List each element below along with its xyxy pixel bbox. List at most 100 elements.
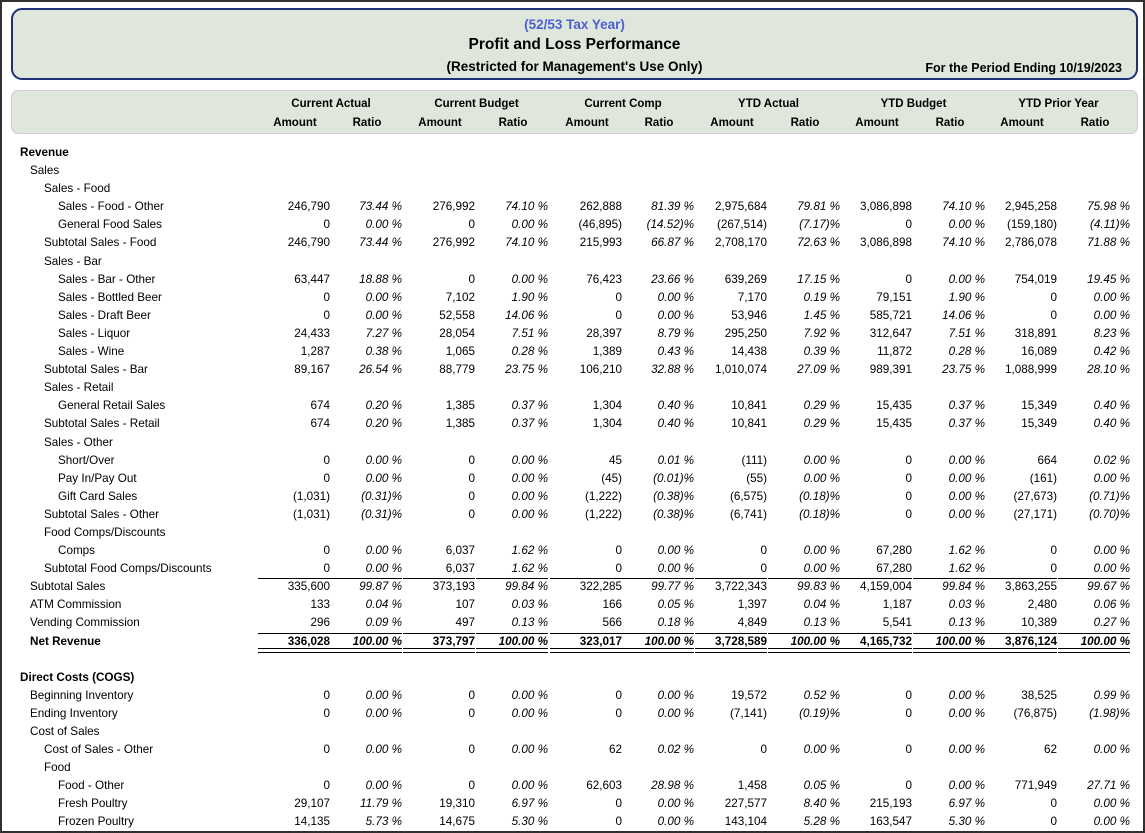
- cell-amount-4: 3,728,589: [695, 635, 767, 648]
- cell-ratio-5: 0.00 %: [913, 779, 985, 792]
- cell-ratio-1: 18.88 %: [330, 273, 402, 286]
- cell-amount-5: 0: [840, 472, 912, 485]
- cell-amount-4: (7,141): [695, 707, 767, 720]
- cell-ratio-6: 0.00 %: [1058, 562, 1130, 575]
- column-group-current-actual: Current Actual: [259, 98, 403, 110]
- cell-ratio-2: 23.75 %: [476, 363, 548, 376]
- cell-ratio-6: 0.00 %: [1058, 797, 1130, 810]
- cell-amount-6: 62: [985, 743, 1057, 756]
- cell-amount-6: 318,891: [985, 327, 1057, 340]
- cell-amount-5: 585,721: [840, 309, 912, 322]
- cell-ratio-5: 1.62 %: [913, 562, 985, 575]
- cell-amount-4: 143,104: [695, 815, 767, 828]
- row-label: Subtotal Sales - Bar: [44, 363, 148, 376]
- row-label: Gift Card Sales: [58, 490, 137, 503]
- cell-amount-5: 15,435: [840, 417, 912, 430]
- cell-amount-2: 28,054: [403, 327, 475, 340]
- cell-amount-5: 11,872: [840, 345, 912, 358]
- cell-amount-3: 106,210: [550, 363, 622, 376]
- cell-amount-3: 566: [550, 616, 622, 629]
- table-row: Sales - Liquor24,4337.27 %28,0547.51 %28…: [2, 326, 1145, 344]
- cell-amount-2: 1,385: [403, 399, 475, 412]
- cell-ratio-6: 75.98 %: [1058, 200, 1130, 213]
- cell-ratio-6: (1.98)%: [1058, 707, 1130, 720]
- row-label: Subtotal Sales: [30, 580, 105, 593]
- cell-amount-5: 0: [840, 779, 912, 792]
- cell-amount-4: (6,575): [695, 490, 767, 503]
- cell-ratio-6: 19.45 %: [1058, 273, 1130, 286]
- row-label: Sales - Food: [44, 182, 110, 195]
- cell-amount-6: 10,389: [985, 616, 1057, 629]
- cell-ratio-4: 0.00 %: [768, 562, 840, 575]
- row-label: Sales - Draft Beer: [58, 309, 151, 322]
- cell-ratio-2: 99.84 %: [476, 580, 548, 593]
- cell-ratio-3: 0.00 %: [622, 707, 694, 720]
- cell-ratio-4: 0.19 %: [768, 291, 840, 304]
- table-row: Subtotal Food Comps/Discounts00.00 %6,03…: [2, 561, 1145, 579]
- cell-amount-6: 2,945,258: [985, 200, 1057, 213]
- column-sub-ratio-4: Ratio: [769, 117, 841, 129]
- cell-amount-6: 15,349: [985, 417, 1057, 430]
- cell-amount-2: 276,992: [403, 236, 475, 249]
- cell-ratio-3: 32.88 %: [622, 363, 694, 376]
- cell-ratio-1: 99.87 %: [330, 580, 402, 593]
- cell-ratio-4: (0.18)%: [768, 508, 840, 521]
- cell-ratio-1: 0.00 %: [330, 218, 402, 231]
- cell-amount-6: 3,863,255: [985, 580, 1057, 593]
- cell-amount-2: 0: [403, 743, 475, 756]
- cell-amount-5: 0: [840, 743, 912, 756]
- cell-ratio-2: 0.00 %: [476, 472, 548, 485]
- cell-ratio-1: 0.20 %: [330, 417, 402, 430]
- cell-ratio-5: 5.30 %: [913, 815, 985, 828]
- cell-amount-4: 4,849: [695, 616, 767, 629]
- cell-ratio-3: (0.01)%: [622, 472, 694, 485]
- cell-ratio-3: 0.43 %: [622, 345, 694, 358]
- table-row: Subtotal Sales - Retail6740.20 %1,3850.3…: [2, 416, 1145, 434]
- cell-amount-4: 1,397: [695, 598, 767, 611]
- cell-ratio-2: 0.37 %: [476, 417, 548, 430]
- cell-ratio-6: (0.71)%: [1058, 490, 1130, 503]
- cell-ratio-1: 0.38 %: [330, 345, 402, 358]
- cell-ratio-5: 0.00 %: [913, 218, 985, 231]
- cell-amount-3: 62,603: [550, 779, 622, 792]
- cell-amount-1: 29,107: [258, 797, 330, 810]
- cell-ratio-1: 26.54 %: [330, 363, 402, 376]
- cell-amount-5: 67,280: [840, 544, 912, 557]
- cell-amount-3: 1,389: [550, 345, 622, 358]
- cell-ratio-4: 0.29 %: [768, 399, 840, 412]
- cell-amount-6: 16,089: [985, 345, 1057, 358]
- cell-amount-1: 335,600: [258, 580, 330, 593]
- cell-amount-4: 53,946: [695, 309, 767, 322]
- cell-ratio-6: 99.67 %: [1058, 580, 1130, 593]
- cell-amount-1: (1,031): [258, 490, 330, 503]
- cell-amount-4: 0: [695, 544, 767, 557]
- cell-amount-1: 674: [258, 399, 330, 412]
- cell-ratio-1: 11.79 %: [330, 797, 402, 810]
- cell-amount-4: 0: [695, 562, 767, 575]
- cell-ratio-6: (0.70)%: [1058, 508, 1130, 521]
- cell-amount-4: (111): [695, 454, 767, 467]
- cell-amount-4: 7,170: [695, 291, 767, 304]
- row-label: Vending Commission: [30, 616, 140, 629]
- cell-amount-3: (1,222): [550, 490, 622, 503]
- cell-amount-2: 1,385: [403, 417, 475, 430]
- cell-amount-2: 0: [403, 454, 475, 467]
- cell-amount-6: 0: [985, 815, 1057, 828]
- row-label: General Food Sales: [58, 218, 162, 231]
- row-label: Net Revenue: [30, 635, 101, 648]
- cell-amount-2: 373,193: [403, 580, 475, 593]
- cell-amount-3: 0: [550, 797, 622, 810]
- cell-amount-4: 2,975,684: [695, 200, 767, 213]
- cell-amount-6: 0: [985, 544, 1057, 557]
- cell-amount-4: 639,269: [695, 273, 767, 286]
- cell-ratio-2: 5.30 %: [476, 815, 548, 828]
- cell-ratio-3: 0.05 %: [622, 598, 694, 611]
- cell-ratio-4: 0.39 %: [768, 345, 840, 358]
- cell-amount-1: 336,028: [258, 635, 330, 648]
- cell-amount-1: 24,433: [258, 327, 330, 340]
- cell-amount-3: 1,304: [550, 399, 622, 412]
- cell-ratio-5: 0.37 %: [913, 399, 985, 412]
- table-row: Cost of Sales - Other00.00 %00.00 %620.0…: [2, 742, 1145, 760]
- cell-amount-2: 0: [403, 689, 475, 702]
- cell-ratio-3: 0.00 %: [622, 309, 694, 322]
